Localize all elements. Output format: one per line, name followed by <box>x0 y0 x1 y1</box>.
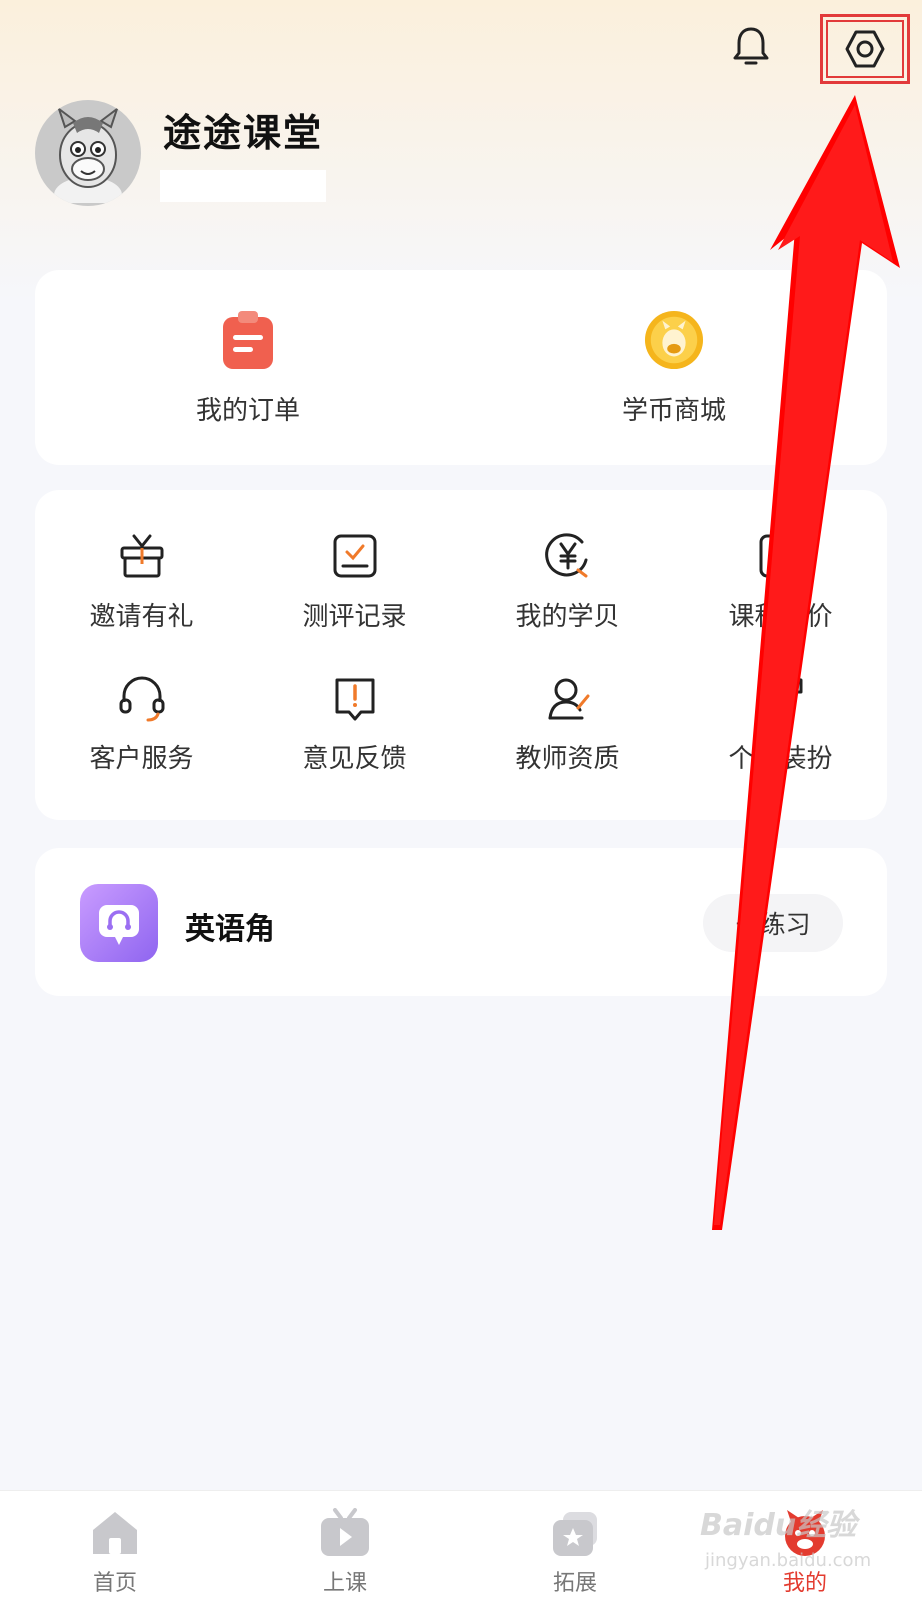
assessment-records-label: 测评记录 <box>302 602 407 632</box>
english-corner-icon <box>80 884 158 962</box>
donkey-avatar-icon <box>54 106 122 203</box>
feedback-label: 意见反馈 <box>302 744 407 774</box>
baidu-watermark: Baidu经验 <box>700 1508 857 1543</box>
tab-home-label: 首页 <box>92 1571 137 1596</box>
order-clipboard-icon <box>218 308 278 372</box>
my-orders-button[interactable]: 我的订单 <box>35 270 461 465</box>
shirt-icon <box>753 670 809 726</box>
yen-coin-icon <box>540 528 596 584</box>
practice-button[interactable]: 去练习 <box>703 894 843 952</box>
bell-icon <box>733 27 769 65</box>
course-review-button[interactable]: 课程评价 <box>674 528 887 658</box>
settings-gear-icon <box>845 30 885 68</box>
star-box-icon <box>545 1507 605 1559</box>
coin-mall-button[interactable]: 学币商城 <box>461 270 887 465</box>
customer-service-label: 客户服务 <box>89 744 194 774</box>
services-grid-card: 邀请有礼 测评记录 我的学贝 课程评价 客户服务 意见反馈 教师资质 个性装扮 <box>35 490 887 820</box>
my-xuebei-button[interactable]: 我的学贝 <box>461 528 674 658</box>
tab-explore[interactable]: 拓展 <box>460 1491 690 1600</box>
assessment-records-button[interactable]: 测评记录 <box>248 528 461 658</box>
invite-gift-button[interactable]: 邀请有礼 <box>35 528 248 658</box>
baidu-watermark-url: jingyan.baidu.com <box>705 1550 872 1571</box>
personal-dressup-label: 个性装扮 <box>728 744 833 774</box>
headset-icon <box>114 670 170 726</box>
quick-actions-card: 我的订单 学币商城 <box>35 270 887 465</box>
tab-class-label: 上课 <box>322 1571 367 1596</box>
customer-service-button[interactable]: 客户服务 <box>35 670 248 800</box>
feedback-icon <box>327 670 383 726</box>
course-review-label: 课程评价 <box>728 602 833 632</box>
english-corner-title: 英语角 <box>185 912 275 947</box>
user-id-redacted <box>160 170 326 202</box>
tab-home[interactable]: 首页 <box>0 1491 230 1600</box>
my-orders-label: 我的订单 <box>195 396 300 426</box>
play-tv-icon <box>315 1507 375 1559</box>
settings-button[interactable] <box>820 14 910 84</box>
gift-icon <box>114 528 170 584</box>
teacher-credentials-button[interactable]: 教师资质 <box>461 670 674 800</box>
my-xuebei-label: 我的学贝 <box>515 602 620 632</box>
assessment-icon <box>327 528 383 584</box>
tab-class[interactable]: 上课 <box>230 1491 460 1600</box>
avatar[interactable] <box>35 100 141 206</box>
coin-mall-icon <box>644 308 704 372</box>
teacher-icon <box>540 670 596 726</box>
english-corner-card[interactable]: 英语角 去练习 <box>35 848 887 996</box>
feedback-button[interactable]: 意见反馈 <box>248 670 461 800</box>
notification-bell-button[interactable] <box>726 22 776 72</box>
home-icon <box>85 1507 145 1559</box>
teacher-credentials-label: 教师资质 <box>515 744 620 774</box>
profile-name: 途途课堂 <box>163 111 324 155</box>
tab-explore-label: 拓展 <box>552 1571 597 1596</box>
personal-dressup-button[interactable]: 个性装扮 <box>674 670 887 800</box>
coin-mall-label: 学币商城 <box>621 396 726 426</box>
course-review-icon <box>753 528 809 584</box>
invite-gift-label: 邀请有礼 <box>89 602 194 632</box>
